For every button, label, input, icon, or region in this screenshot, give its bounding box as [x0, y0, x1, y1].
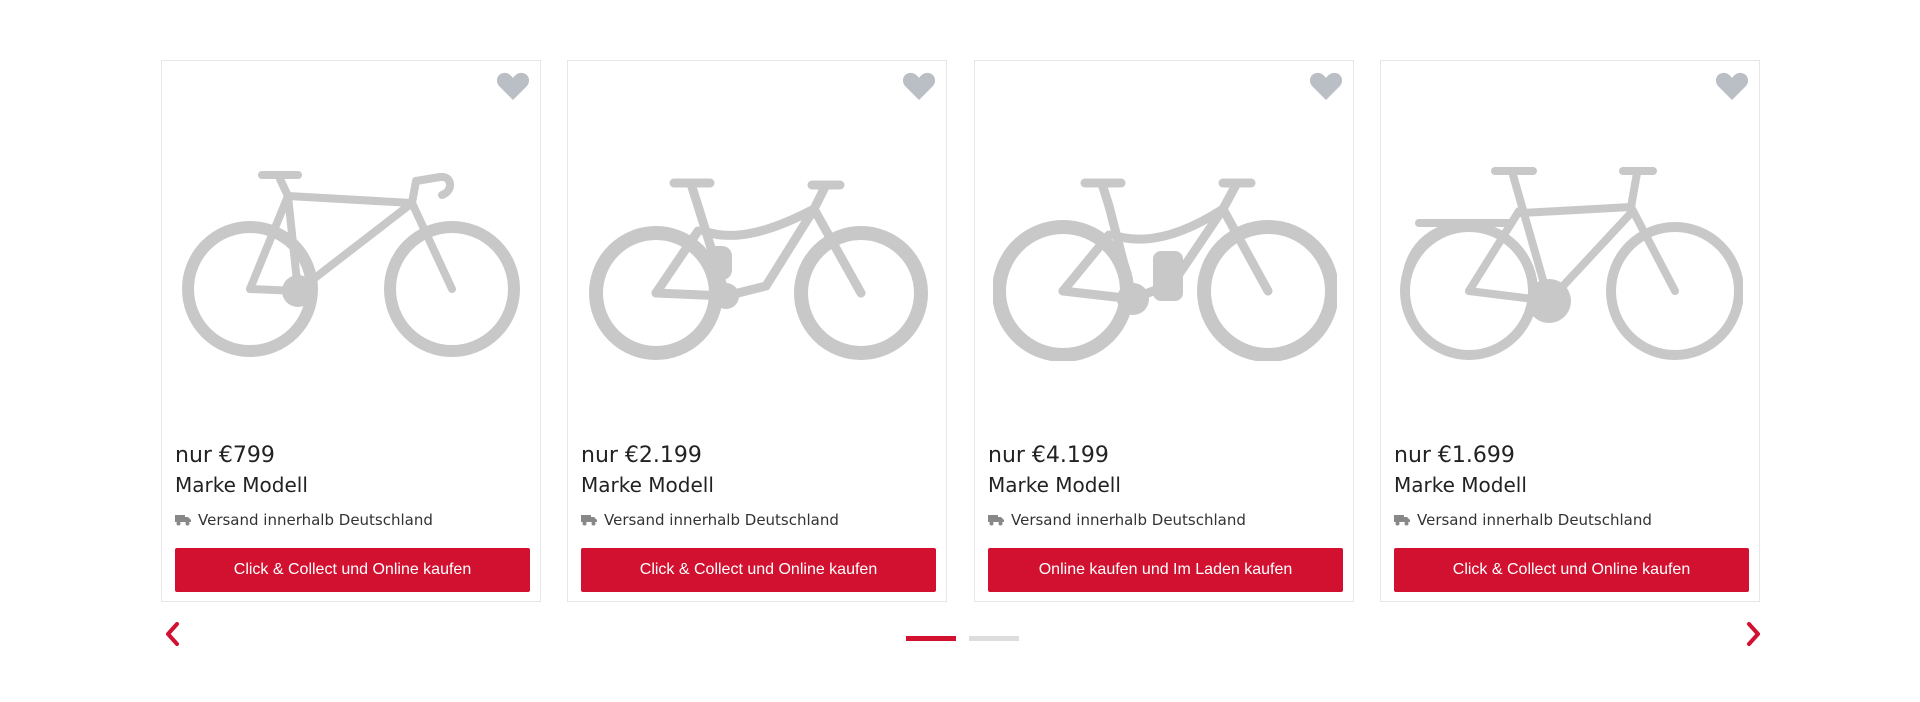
pagination-dot-active[interactable] [906, 636, 956, 641]
bike-image [1400, 167, 1743, 360]
truck-icon [1394, 515, 1410, 526]
truck-icon [175, 515, 191, 526]
shipping-label: Versand innerhalb Deutschland [1011, 511, 1246, 529]
shipping-info: Versand innerhalb Deutschland [1394, 511, 1652, 529]
product-card[interactable]: nur €2.199 Marke Modell Versand innerhal… [567, 60, 947, 602]
heart-icon[interactable] [902, 71, 936, 101]
pagination-dot[interactable] [969, 636, 1019, 641]
shipping-label: Versand innerhalb Deutschland [604, 511, 839, 529]
bike-image [182, 171, 520, 357]
heart-icon[interactable] [1715, 71, 1749, 101]
bike-image [589, 178, 928, 360]
product-card[interactable]: nur €799 Marke Modell Versand innerhalb … [161, 60, 541, 602]
truck-icon [581, 515, 597, 526]
shipping-label: Versand innerhalb Deutschland [198, 511, 433, 529]
shipping-info: Versand innerhalb Deutschland [988, 511, 1246, 529]
product-card[interactable]: nur €1.699 Marke Modell Versand innerhal… [1380, 60, 1760, 602]
buy-button[interactable]: Online kaufen und Im Laden kaufen [988, 548, 1343, 592]
bike-image [993, 178, 1337, 361]
product-price: nur €4.199 [988, 443, 1109, 468]
product-price: nur €1.699 [1394, 443, 1515, 468]
product-model: Marke Modell [175, 473, 308, 497]
product-price: nur €799 [175, 443, 275, 468]
product-card[interactable]: nur €4.199 Marke Modell Versand innerhal… [974, 60, 1354, 602]
chevron-right-icon[interactable] [1742, 620, 1764, 648]
heart-icon[interactable] [496, 71, 530, 101]
product-model: Marke Modell [581, 473, 714, 497]
chevron-left-icon[interactable] [162, 620, 184, 648]
buy-button[interactable]: Click & Collect und Online kaufen [581, 548, 936, 592]
shipping-info: Versand innerhalb Deutschland [581, 511, 839, 529]
shipping-info: Versand innerhalb Deutschland [175, 511, 433, 529]
product-carousel: nur €799 Marke Modell Versand innerhalb … [0, 0, 1920, 702]
heart-icon[interactable] [1309, 71, 1343, 101]
product-price: nur €2.199 [581, 443, 702, 468]
shipping-label: Versand innerhalb Deutschland [1417, 511, 1652, 529]
buy-button[interactable]: Click & Collect und Online kaufen [1394, 548, 1749, 592]
product-model: Marke Modell [1394, 473, 1527, 497]
buy-button[interactable]: Click & Collect und Online kaufen [175, 548, 530, 592]
product-model: Marke Modell [988, 473, 1121, 497]
truck-icon [988, 515, 1004, 526]
